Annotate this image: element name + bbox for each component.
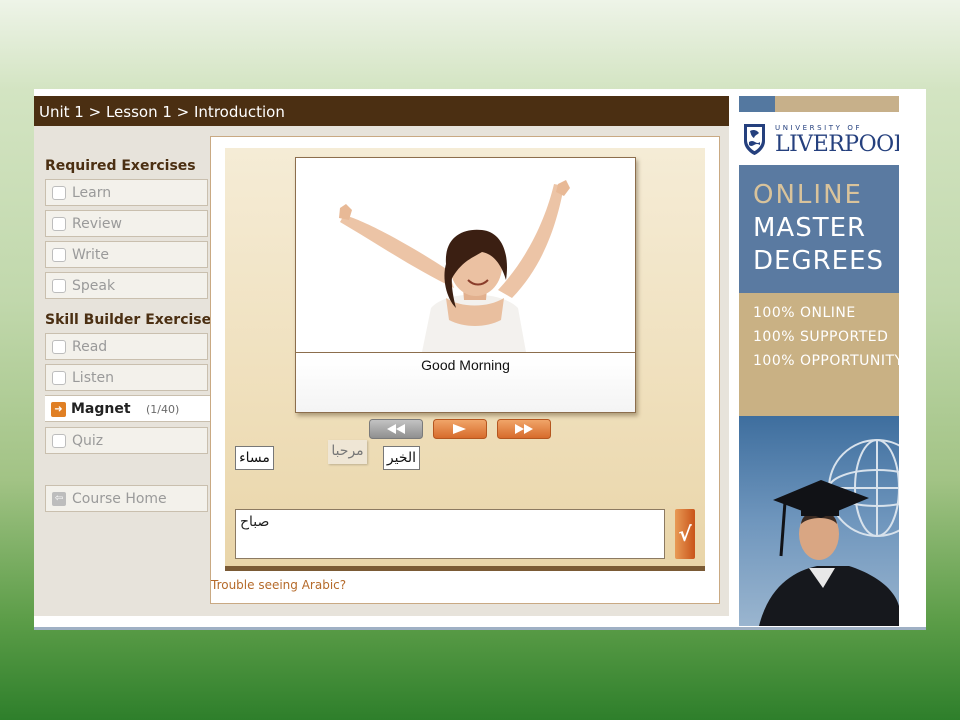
checkbox-icon <box>52 217 66 231</box>
sidebar-item-label: Magnet <box>71 401 131 417</box>
checkbox-icon <box>52 340 66 354</box>
flashcard-divider <box>296 352 635 353</box>
sidebar-item-write[interactable]: Write <box>45 241 208 268</box>
frame-bottom-edge <box>34 627 926 630</box>
ad-bullet: 100% ONLINE <box>753 305 856 321</box>
sidebar-item-learn[interactable]: Learn <box>45 179 208 206</box>
word-chip-dragging[interactable]: مرحبا <box>328 440 367 464</box>
sidebar-item-label: Quiz <box>72 433 104 449</box>
stage-bottom-border <box>225 566 705 571</box>
answer-text: صباح <box>240 514 270 530</box>
check-answer-button[interactable]: √ <box>675 509 695 559</box>
sidebar-item-magnet[interactable]: ➜ Magnet (1/40) <box>45 395 211 422</box>
ad-headline-degrees: DEGREES <box>753 246 885 276</box>
sidebar-item-label: Write <box>72 247 109 263</box>
word-chip[interactable]: الخير <box>383 446 420 470</box>
flashcard-image <box>296 158 635 352</box>
ad-top-strip-blue <box>739 96 775 112</box>
skill-builder-title: Skill Builder Exercises <box>45 312 220 328</box>
checkbox-icon <box>52 371 66 385</box>
word-chip[interactable]: مساء <box>235 446 274 470</box>
sidebar-item-speak[interactable]: Speak <box>45 272 208 299</box>
ad-headline-block: ONLINE MASTER DEGREES <box>739 165 899 293</box>
sidebar-item-read[interactable]: Read <box>45 333 208 360</box>
trouble-arabic-link[interactable]: Trouble seeing Arabic? <box>211 578 346 592</box>
arrow-left-icon: ⇦ <box>52 492 66 506</box>
sidebar-item-label: Listen <box>72 370 114 386</box>
ad-headline-online: ONLINE <box>753 180 863 210</box>
breadcrumb: Unit 1 > Lesson 1 > Introduction <box>39 103 285 121</box>
ad-bullet: 100% SUPPORTED <box>753 329 889 345</box>
checkbox-icon <box>52 248 66 262</box>
sidebar-item-label: Learn <box>72 185 112 201</box>
rewind-icon <box>369 419 423 439</box>
sidebar-item-review[interactable]: Review <box>45 210 208 237</box>
arrow-right-icon: ➜ <box>51 402 66 417</box>
graduate-image <box>759 439 899 626</box>
university-crest-icon <box>744 124 765 155</box>
sidebar-item-label: Review <box>72 216 122 232</box>
required-exercises-title: Required Exercises <box>45 158 196 174</box>
ad-logo-area: UNIVERSITY OF LIVERPOOL <box>739 112 899 165</box>
ad-graduate-photo <box>739 416 899 626</box>
rewind-button[interactable] <box>369 419 423 439</box>
course-home-button[interactable]: ⇦ Course Home <box>45 485 208 512</box>
progress-count: (1/40) <box>146 403 180 416</box>
play-icon <box>433 419 487 439</box>
ad-bullet: 100% OPPORTUNITY <box>753 353 899 369</box>
checkbox-icon <box>52 434 66 448</box>
checkmark-icon: √ <box>678 522 692 546</box>
ad-university-name: LIVERPOOL <box>775 132 899 157</box>
liverpool-ad-banner[interactable]: UNIVERSITY OF LIVERPOOL ONLINE MASTER DE… <box>739 96 899 626</box>
play-button[interactable] <box>433 419 487 439</box>
ad-bullets-block: 100% ONLINE 100% SUPPORTED 100% OPPORTUN… <box>739 293 899 416</box>
ad-top-strip-tan <box>775 96 899 112</box>
checkbox-icon <box>52 186 66 200</box>
fast-forward-icon <box>497 419 551 439</box>
sidebar-item-label: Read <box>72 339 108 355</box>
sidebar-item-quiz[interactable]: Quiz <box>45 427 208 454</box>
answer-box[interactable]: صباح <box>235 509 665 559</box>
ad-university-of: UNIVERSITY OF <box>775 124 863 132</box>
sidebar-item-label: Speak <box>72 278 116 294</box>
sidebar-item-listen[interactable]: Listen <box>45 364 208 391</box>
flashcard: Good Morning <box>295 157 636 413</box>
checkbox-icon <box>52 279 66 293</box>
course-home-label: Course Home <box>72 491 167 507</box>
fast-forward-button[interactable] <box>497 419 551 439</box>
ad-headline-master: MASTER <box>753 213 867 243</box>
flashcard-caption: Good Morning <box>421 357 510 373</box>
